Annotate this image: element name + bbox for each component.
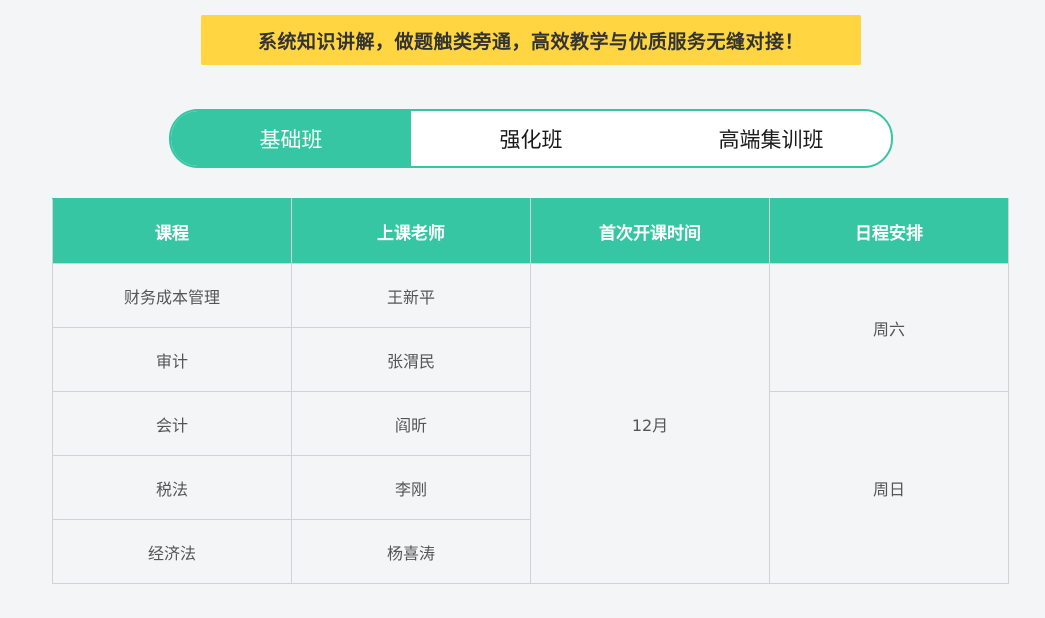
class-type-tabs: 基础班 强化班 高端集训班 <box>169 109 893 168</box>
promo-banner: 系统知识讲解，做题触类旁通，高效教学与优质服务无缝对接！ <box>201 15 861 65</box>
tab-premium-training-class[interactable]: 高端集训班 <box>651 111 891 166</box>
course-cell: 税法 <box>52 455 292 520</box>
tab-intensive-class[interactable]: 强化班 <box>411 111 651 166</box>
header-first-class-time: 首次开课时间 <box>530 198 770 264</box>
course-schedule-table: 课程 上课老师 首次开课时间 日程安排 财务成本管理 王新平 12月 周六 审计… <box>52 198 1009 584</box>
teacher-cell: 阎昕 <box>291 391 531 456</box>
tab-label: 基础班 <box>259 127 323 152</box>
promo-banner-text: 系统知识讲解，做题触类旁通，高效教学与优质服务无缝对接！ <box>257 30 804 53</box>
course-cell: 经济法 <box>52 519 292 584</box>
tab-label: 强化班 <box>499 127 563 152</box>
teacher-cell: 王新平 <box>291 263 531 328</box>
course-cell: 审计 <box>52 327 292 392</box>
course-cell: 财务成本管理 <box>52 263 292 328</box>
teacher-cell: 张渭民 <box>291 327 531 392</box>
schedule-cell-saturday: 周六 <box>769 263 1009 392</box>
teacher-cell: 杨喜涛 <box>291 519 531 584</box>
header-teacher: 上课老师 <box>291 198 531 264</box>
table-header-row: 课程 上课老师 首次开课时间 日程安排 <box>52 198 1009 264</box>
course-cell: 会计 <box>52 391 292 456</box>
tab-label: 高端集训班 <box>718 127 824 152</box>
header-course: 课程 <box>52 198 292 264</box>
teacher-cell: 李刚 <box>291 455 531 520</box>
header-schedule: 日程安排 <box>769 198 1009 264</box>
tab-basic-class[interactable]: 基础班 <box>171 111 411 166</box>
table-row: 财务成本管理 王新平 12月 周六 <box>52 263 1009 584</box>
first-class-time-cell: 12月 <box>530 263 770 584</box>
schedule-cell-sunday: 周日 <box>769 391 1009 584</box>
